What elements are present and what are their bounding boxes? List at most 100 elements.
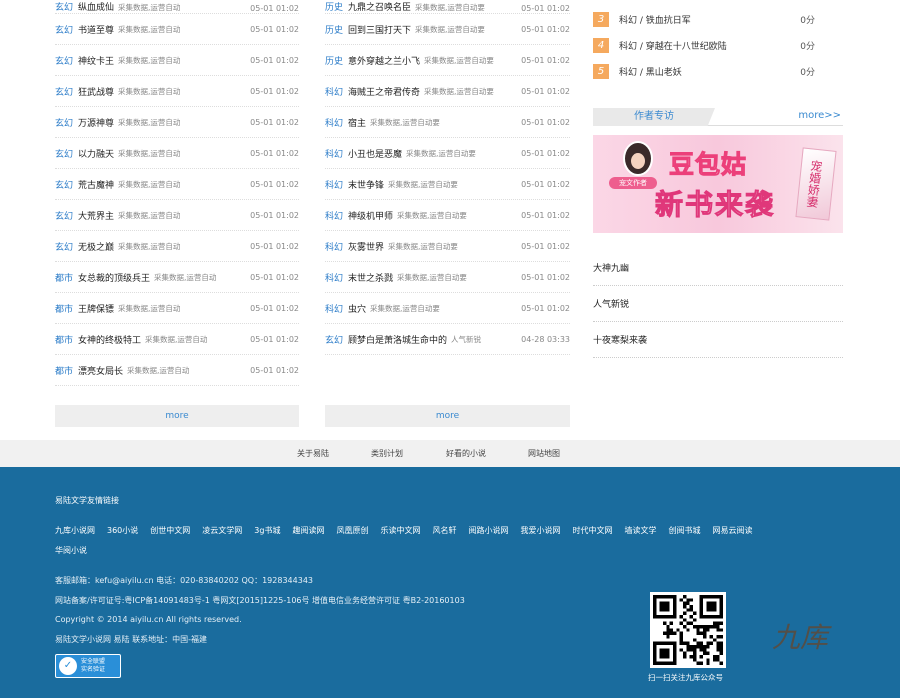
list-item[interactable]: 玄幻 大荒界主 采集数据,运营自动 05-01 01:02 (55, 200, 299, 231)
list-item[interactable]: 科幻 海贼王之帝君传奇 采集数据,运营自动要 05-01 01:02 (325, 76, 570, 107)
list-item[interactable]: 科幻 末世争锋 采集数据,运营自动要 05-01 01:02 (325, 169, 570, 200)
category-label[interactable]: 玄幻 (325, 333, 343, 346)
book-title[interactable]: 漂亮女局长 (78, 364, 123, 377)
category-label[interactable]: 历史 (325, 23, 343, 36)
list-item[interactable]: 都市 漂亮女局长 采集数据,运营自动 05-01 01:02 (55, 355, 299, 386)
book-title[interactable]: 以力融天 (78, 147, 114, 160)
list-item[interactable]: 玄幻 以力融天 采集数据,运营自动 05-01 01:02 (55, 138, 299, 169)
category-label[interactable]: 玄幻 (55, 240, 73, 253)
book-title[interactable]: 王牌保镖 (78, 302, 114, 315)
category-label[interactable]: 都市 (55, 333, 73, 346)
book-title[interactable]: 神纹卡王 (78, 54, 114, 67)
book-title[interactable]: 书道至尊 (78, 23, 114, 36)
category-label[interactable]: 玄幻 (55, 54, 73, 67)
book-title[interactable]: 回到三国打天下 (348, 23, 411, 36)
friend-link[interactable]: 墙读文学 (624, 521, 656, 541)
list-item[interactable]: 玄幻 万源神尊 采集数据,运营自动 05-01 01:02 (55, 107, 299, 138)
book-title[interactable]: 荒古魔神 (78, 178, 114, 191)
book-title[interactable]: 海贼王之帝君传奇 (348, 85, 420, 98)
list-item[interactable]: 玄幻 顾梦白是萧洛城生命中的 人气新锐 04-28 03:33 (325, 324, 570, 355)
rank-title[interactable]: 科幻 / 黑山老妖 (619, 65, 682, 78)
security-badge[interactable]: ✓ 安全联盟 实名验证 (55, 654, 121, 678)
category-label[interactable]: 科幻 (325, 271, 343, 284)
book-title[interactable]: 虫穴 (348, 302, 366, 315)
book-title[interactable]: 意外穿越之兰小飞 (348, 54, 420, 67)
rank-item[interactable]: 3 科幻 / 铁血抗日军 0分 (593, 6, 843, 32)
friend-link[interactable]: 3g书城 (254, 521, 280, 541)
book-title[interactable]: 万源神尊 (78, 116, 114, 129)
more-button-right[interactable]: more (325, 405, 570, 427)
category-label[interactable]: 科幻 (325, 116, 343, 129)
friend-link[interactable]: 趣阅读网 (292, 521, 324, 541)
book-title[interactable]: 纵血成仙 (78, 0, 114, 13)
footer-nav-about[interactable]: 关于易陆 (297, 440, 329, 467)
list-item[interactable]: 历史 回到三国打天下 采集数据,运营自动要 05-01 01:02 (325, 14, 570, 45)
list-item[interactable]: 都市 女神的终极特工 采集数据,运营自动 05-01 01:02 (55, 324, 299, 355)
rank-item[interactable]: 5 科幻 / 黑山老妖 0分 (593, 58, 843, 84)
friend-link[interactable]: 乐读中文网 (380, 521, 420, 541)
side-list-item[interactable]: 大神九幽 (593, 250, 843, 286)
category-label[interactable]: 玄幻 (55, 209, 73, 222)
rank-title[interactable]: 科幻 / 铁血抗日军 (619, 13, 691, 26)
side-list-item[interactable]: 人气新锐 (593, 286, 843, 322)
friend-link[interactable]: 时代中文网 (572, 521, 612, 541)
rank-item[interactable]: 4 科幻 / 穿越在十八世纪欧陆 0分 (593, 32, 843, 58)
friend-link[interactable]: 九库小说网 (55, 521, 95, 541)
friend-link[interactable]: 创阅书城 (668, 521, 700, 541)
rank-title[interactable]: 科幻 / 穿越在十八世纪欧陆 (619, 39, 727, 52)
category-label[interactable]: 都市 (55, 271, 73, 284)
author-banner[interactable]: 宠文作者 豆包姑 新书来袭 宠婚娇妻 (593, 135, 843, 233)
book-title[interactable]: 九鼎之召唤名臣 (348, 0, 411, 13)
friend-link[interactable]: 阅路小说网 (468, 521, 508, 541)
category-label[interactable]: 都市 (55, 364, 73, 377)
list-item[interactable]: 科幻 虫穴 采集数据,运营自动要 05-01 01:02 (325, 293, 570, 324)
footer-nav-sitemap[interactable]: 网站地图 (528, 440, 560, 467)
category-label[interactable]: 科幻 (325, 85, 343, 98)
book-title[interactable]: 狂武战尊 (78, 85, 114, 98)
footer-nav-plan[interactable]: 类别计划 (371, 440, 403, 467)
category-label[interactable]: 科幻 (325, 209, 343, 222)
list-item[interactable]: 历史 九鼎之召唤名臣 采集数据,运营自动要 05-01 01:02 (325, 0, 570, 14)
friend-link[interactable]: 360小说 (107, 521, 138, 541)
list-item[interactable]: 都市 王牌保镖 采集数据,运营自动 05-01 01:02 (55, 293, 299, 324)
list-item[interactable]: 玄幻 荒古魔神 采集数据,运营自动 05-01 01:02 (55, 169, 299, 200)
book-title[interactable]: 末世之杀戮 (348, 271, 393, 284)
category-label[interactable]: 都市 (55, 302, 73, 315)
list-item[interactable]: 玄幻 无极之巅 采集数据,运营自动 05-01 01:02 (55, 231, 299, 262)
category-label[interactable]: 玄幻 (55, 23, 73, 36)
list-item[interactable]: 科幻 灰雾世界 采集数据,运营自动要 05-01 01:02 (325, 231, 570, 262)
list-item[interactable]: 科幻 神级机甲师 采集数据,运营自动要 05-01 01:02 (325, 200, 570, 231)
book-title[interactable]: 神级机甲师 (348, 209, 393, 222)
list-item[interactable]: 都市 女总裁的顶级兵王 采集数据,运营自动 05-01 01:02 (55, 262, 299, 293)
category-label[interactable]: 科幻 (325, 240, 343, 253)
book-title[interactable]: 宿主 (348, 116, 366, 129)
list-item[interactable]: 历史 意外穿越之兰小飞 采集数据,运营自动要 05-01 01:02 (325, 45, 570, 76)
book-title[interactable]: 小丑也是恶魔 (348, 147, 402, 160)
friend-link[interactable]: 网易云阅读 (712, 521, 752, 541)
book-title[interactable]: 灰雾世界 (348, 240, 384, 253)
side-list-item[interactable]: 十夜寒梨来袭 (593, 322, 843, 358)
footer-nav-novels[interactable]: 好看的小说 (446, 440, 486, 467)
list-item[interactable]: 科幻 小丑也是恶魔 采集数据,运营自动要 05-01 01:02 (325, 138, 570, 169)
friend-link[interactable]: 我爱小说网 (520, 521, 560, 541)
list-item[interactable]: 玄幻 纵血成仙 采集数据,运营自动 05-01 01:02 (55, 0, 299, 14)
friend-link[interactable]: 华阅小说 (55, 541, 87, 561)
category-label[interactable]: 玄幻 (55, 85, 73, 98)
book-title[interactable]: 末世争锋 (348, 178, 384, 191)
category-label[interactable]: 玄幻 (55, 147, 73, 160)
friend-link[interactable]: 凤凰原创 (336, 521, 368, 541)
category-label[interactable]: 科幻 (325, 302, 343, 315)
category-label[interactable]: 玄幻 (55, 178, 73, 191)
list-item[interactable]: 科幻 末世之杀戮 采集数据,运营自动要 05-01 01:02 (325, 262, 570, 293)
author-more-link[interactable]: more>> (798, 110, 841, 121)
list-item[interactable]: 玄幻 神纹卡王 采集数据,运营自动 05-01 01:02 (55, 45, 299, 76)
category-label[interactable]: 玄幻 (55, 116, 73, 129)
more-button-left[interactable]: more (55, 405, 299, 427)
book-title[interactable]: 无极之巅 (78, 240, 114, 253)
book-title[interactable]: 大荒界主 (78, 209, 114, 222)
list-item[interactable]: 玄幻 狂武战尊 采集数据,运营自动 05-01 01:02 (55, 76, 299, 107)
category-label[interactable]: 历史 (325, 54, 343, 67)
book-title[interactable]: 顾梦白是萧洛城生命中的 (348, 333, 447, 346)
category-label[interactable]: 历史 (325, 0, 343, 13)
list-item[interactable]: 玄幻 书道至尊 采集数据,运营自动 05-01 01:02 (55, 14, 299, 45)
